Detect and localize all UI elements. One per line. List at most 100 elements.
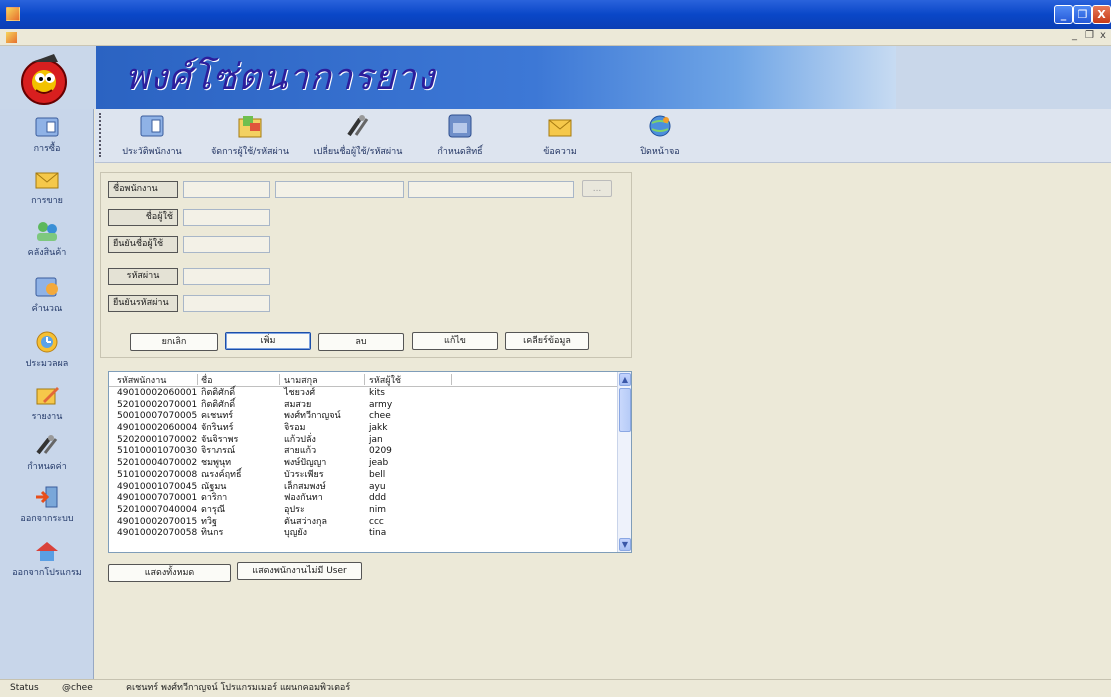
sidebar-item-process[interactable]: ประมวลผล	[0, 324, 94, 376]
mdi-menu-strip: _ ❐ x	[0, 29, 1111, 46]
cell-username: army	[369, 399, 393, 410]
show-no-user-button[interactable]: แสดงพนักงานไม่มี User	[237, 562, 362, 580]
cell-username: jeab	[369, 458, 389, 469]
table-row-partial[interactable]	[109, 540, 619, 550]
toolbar-message[interactable]: ข้อความ	[525, 109, 595, 163]
table-row[interactable]: 52010007040004 ดารุณี อุประ nim	[109, 505, 619, 517]
app-icon	[6, 7, 20, 21]
employee-id-field[interactable]	[183, 181, 270, 198]
logout-door-icon	[36, 486, 58, 508]
sell-envelope-icon	[35, 172, 59, 189]
table-row[interactable]: 52010004070002 ชมพูนุท พงษ์ปัญญา jeab	[109, 458, 619, 470]
delete-button[interactable]: ลบ	[318, 333, 404, 351]
employee-table[interactable]: รหัสพนักงาน ชื่อ นามสกุล รหัสผู้ใช้ 4901…	[108, 371, 632, 553]
cell-first-name: ณรงค์ฤทธิ์	[201, 469, 242, 480]
edit-button[interactable]: แก้ไข	[412, 332, 498, 350]
cell-username: ccc	[369, 516, 384, 527]
toolbar-employee-history[interactable]: ประวัติพนักงาน	[109, 109, 195, 163]
confirm-username-field[interactable]	[183, 236, 270, 253]
column-separator[interactable]	[364, 374, 365, 385]
status-bar: Status @chee คเชนทร์ พงศ์ทวีกาญจน์ โปรแก…	[0, 679, 1111, 697]
column-header-employee-id[interactable]: รหัสพนักงาน	[117, 373, 166, 387]
cell-username: jakk	[369, 423, 388, 434]
column-header-first-name[interactable]: ชื่อ	[201, 373, 213, 387]
cancel-button[interactable]: ยกเลิก	[130, 333, 218, 351]
sidebar-item-warehouse[interactable]: คลังสินค้า	[0, 213, 94, 265]
clear-button[interactable]: เคลียร์ข้อมูล	[505, 332, 589, 350]
sidebar-item-label: รายงาน	[31, 412, 63, 422]
cell-username: 0209	[369, 446, 392, 457]
table-row[interactable]: 51010002070008 ณรงค์ฤทธิ์ บัวระเพียร bell	[109, 470, 619, 482]
sidebar-item-label: ประมวลผล	[25, 359, 69, 369]
toolbar-close-screen[interactable]: ปิดหน้าจอ	[625, 109, 695, 163]
sidebar-item-logout[interactable]: ออกจากระบบ	[0, 479, 94, 531]
table-row[interactable]: 49010002070015 ทวิฐ ตันสว่างกุล ccc	[109, 517, 619, 529]
employee-name-label: ชื่อพนักงาน	[108, 181, 178, 198]
table-row[interactable]: 52010002070001 กิตติศักดิ์ สมสวย army	[109, 400, 619, 412]
table-row[interactable]: 50010007070005 คเชนทร์ พงศ์ทวีกาญจน์ chee	[109, 411, 619, 423]
cell-first-name: จันจิราพร	[201, 434, 239, 445]
table-row[interactable]: 49010007070001 ดาริกา ฟองกันทา ddd	[109, 493, 619, 505]
toolbar-item-label: ข้อความ	[543, 147, 577, 157]
sidebar: การซื้อ การขาย คลังสินค้า คำนวณ ประมวลผล…	[0, 109, 94, 679]
sidebar-item-sell[interactable]: การขาย	[0, 161, 94, 213]
cell-last-name: บุญยัง	[284, 528, 308, 539]
status-message: คเชนทร์ พงศ์ทวีกาญจน์ โปรแกรมเมอร์ แผนกค…	[126, 683, 351, 693]
show-all-button[interactable]: แสดงทั้งหมด	[108, 564, 231, 582]
employee-firstname-field[interactable]	[275, 181, 404, 198]
cell-first-name: ณัฐมน	[201, 481, 227, 492]
column-separator[interactable]	[279, 374, 280, 385]
mdi-minimize-button[interactable]: _	[1072, 30, 1077, 41]
toolbar-item-label: จัดการผู้ใช้/รหัสผ่าน	[210, 147, 289, 157]
scrollbar-thumb[interactable]	[619, 388, 631, 432]
sidebar-item-calculate[interactable]: คำนวณ	[0, 269, 94, 321]
cell-last-name: พงศ์ทวีกาญจน์	[284, 411, 341, 422]
table-vertical-scrollbar[interactable]: ▲ ▼	[617, 372, 631, 552]
scroll-down-arrow-icon[interactable]: ▼	[619, 538, 631, 551]
add-button[interactable]: เพิ่ม	[225, 332, 311, 350]
table-row[interactable]: 49010001070045 ณัฐมน เล็กสมพงษ์ ayu	[109, 482, 619, 494]
close-button[interactable]: X	[1092, 5, 1111, 24]
cell-first-name: ทินกร	[201, 528, 224, 539]
cell-last-name: อุประ	[284, 504, 305, 515]
cell-username: bell	[369, 469, 386, 480]
cell-last-name: จิรอม	[284, 423, 306, 434]
table-row[interactable]: 49010002060004 จักรินทร์ จิรอม jakk	[109, 423, 619, 435]
table-row[interactable]: 49010002060001 กิตติศักดิ์ ไชยวงศ์ kits	[109, 388, 619, 400]
sidebar-item-label: ออกจากโปรแกรม	[12, 568, 82, 578]
cell-first-name: ชมพูนุท	[201, 458, 232, 469]
table-header: รหัสพนักงาน ชื่อ นามสกุล รหัสผู้ใช้	[109, 372, 619, 387]
cell-last-name: สมสวย	[284, 399, 312, 410]
column-separator[interactable]	[451, 374, 452, 385]
permissions-icon	[448, 114, 472, 138]
table-row[interactable]: 52020001070002 จันจิราพร แก้วปลั่ง jan	[109, 435, 619, 447]
column-header-username[interactable]: รหัสผู้ใช้	[369, 373, 401, 387]
sidebar-item-settings[interactable]: กำหนดค่า	[0, 427, 94, 479]
sidebar-item-purchase[interactable]: การซื้อ	[0, 109, 94, 161]
password-field[interactable]	[183, 268, 270, 285]
toolbar-item-label: ปิดหน้าจอ	[640, 147, 680, 157]
window-title-bar: _ ❐ X	[0, 0, 1111, 29]
sidebar-item-report[interactable]: รายงาน	[0, 377, 94, 429]
sidebar-item-exit[interactable]: ออกจากโปรแกรม	[0, 533, 94, 585]
maximize-button[interactable]: ❐	[1073, 5, 1092, 24]
confirm-password-field[interactable]	[183, 295, 270, 312]
toolbar-permissions[interactable]: กำหนดสิทธิ์	[420, 109, 500, 163]
scroll-up-arrow-icon[interactable]: ▲	[619, 373, 631, 386]
table-row[interactable]: 49010002070058 ทินกร บุญยัง tina	[109, 528, 619, 540]
mdi-restore-button[interactable]: ❐	[1085, 30, 1094, 41]
browse-employee-button[interactable]: ...	[582, 180, 612, 197]
toolbar-change-password[interactable]: เปลี่ยนชื่อผู้ใช้/รหัสผ่าน	[308, 109, 408, 163]
cell-first-name: คเชนทร์	[201, 411, 234, 422]
sidebar-item-label: การขาย	[31, 196, 63, 206]
column-header-last-name[interactable]: นามสกุล	[284, 373, 318, 387]
table-row[interactable]: 51010001070030 จิราภรณ์ สายแก้ว 0209	[109, 446, 619, 458]
cell-first-name: กิตติศักดิ์	[201, 388, 236, 398]
employee-lastname-field[interactable]	[408, 181, 574, 198]
cell-employee-id: 49010002060001	[117, 388, 198, 398]
username-field[interactable]	[183, 209, 270, 226]
toolbar-manage-users[interactable]: จัดการผู้ใช้/รหัสผ่าน	[200, 109, 300, 163]
minimize-button[interactable]: _	[1054, 5, 1073, 24]
mdi-close-button[interactable]: x	[1100, 30, 1106, 41]
column-separator[interactable]	[197, 374, 198, 385]
